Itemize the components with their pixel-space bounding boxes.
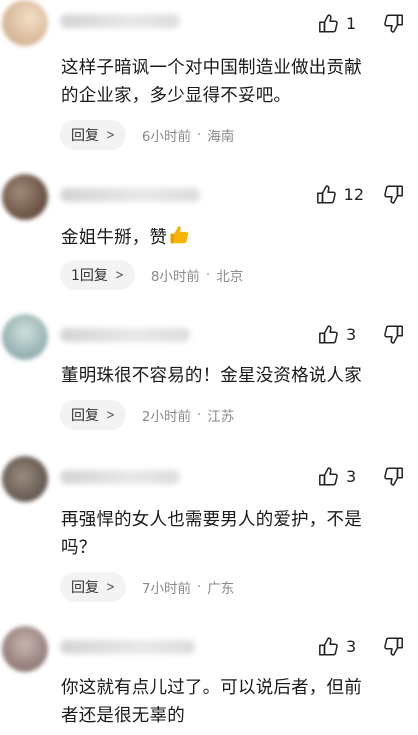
- avatar[interactable]: [2, 314, 48, 360]
- avatar[interactable]: [2, 174, 48, 220]
- username[interactable]: [60, 188, 200, 202]
- comment-text-line: 吗？: [61, 538, 97, 558]
- comment-location: 北京: [216, 269, 244, 285]
- reply-button[interactable]: 回复 >: [60, 400, 126, 430]
- comment-text-line: 这样子暗讽一个对中国制造业做出贡献: [61, 58, 362, 78]
- comment-time: 7小时前: [141, 581, 191, 597]
- comment-text-line: 董明珠很不容易的！金星没资格说人家: [61, 366, 362, 386]
- comment-meta: 回复 > 7小时前 · 广东: [60, 572, 234, 602]
- thumbs-up-outline-icon: [319, 325, 338, 344]
- like-button[interactable]: 3: [318, 466, 364, 486]
- thumbs-down-outline-icon[interactable]: [384, 637, 404, 657]
- thumbs-down-outline-icon[interactable]: [384, 14, 404, 34]
- thumbs-down-outline-icon[interactable]: [384, 185, 404, 205]
- comment-meta: 回复 > 6小时前 · 海南: [60, 120, 234, 150]
- comment-meta: 1回复 > 8小时前 · 北京: [60, 260, 243, 290]
- comment-text-line: 的企业家，多少显得不妥吧。: [61, 86, 292, 106]
- comment-location: 广东: [207, 581, 235, 597]
- comment-time: 8小时前: [150, 269, 200, 285]
- like-count: 3: [346, 466, 357, 486]
- reply-label: 回复: [71, 128, 99, 144]
- reply-label: 回复: [71, 408, 99, 424]
- username[interactable]: [60, 640, 195, 654]
- like-count: 1: [346, 13, 357, 33]
- meta-separator: ·: [197, 407, 202, 423]
- reply-label: 1回复: [71, 268, 108, 284]
- reply-label: 回复: [71, 580, 99, 596]
- thumbs-up-emoji: [170, 226, 189, 244]
- comment-text: 你这就有点儿过了。可以说后者，但前 者还是很无辜的: [61, 674, 405, 730]
- comment-text: 这样子暗讽一个对中国制造业做出贡献 的企业家，多少显得不妥吧。: [61, 54, 405, 110]
- like-button[interactable]: 1: [318, 13, 364, 33]
- reply-button[interactable]: 回复 >: [60, 120, 126, 150]
- meta-separator: ·: [205, 267, 211, 283]
- avatar[interactable]: [2, 456, 48, 502]
- comment-location: 江苏: [207, 409, 235, 425]
- comment-text-line: 你这就有点儿过了。可以说后者，但前: [61, 678, 362, 698]
- like-count: 3: [346, 324, 357, 344]
- like-button[interactable]: 3: [318, 324, 364, 344]
- reply-button[interactable]: 1回复 >: [60, 260, 135, 290]
- comment-text-line: 再强悍的女人也需要男人的爱护，不是: [61, 510, 362, 530]
- chevron-right-icon: >: [115, 267, 124, 283]
- comment-text-line: 金姐牛掰，赞: [61, 228, 168, 248]
- thumbs-up-outline-icon: [319, 637, 338, 656]
- like-button[interactable]: 12: [316, 184, 364, 204]
- chevron-right-icon: >: [106, 579, 115, 595]
- avatar[interactable]: [2, 0, 48, 46]
- like-count: 12: [343, 184, 364, 204]
- chevron-right-icon: >: [106, 407, 115, 423]
- thumbs-up-outline-icon: [319, 14, 338, 33]
- like-button[interactable]: 3: [318, 636, 364, 656]
- meta-separator: ·: [197, 579, 202, 595]
- thumbs-up-outline-icon: [316, 185, 336, 204]
- comment-text-line: 者还是很无辜的: [61, 706, 185, 726]
- avatar[interactable]: [2, 626, 48, 672]
- comment-text: 董明珠很不容易的！金星没资格说人家: [61, 362, 405, 390]
- comment-text: 金姐牛掰，赞: [61, 224, 405, 252]
- username[interactable]: [60, 328, 190, 342]
- comment-location: 海南: [207, 129, 235, 145]
- comment-text: 再强悍的女人也需要男人的爱护，不是 吗？: [61, 506, 405, 562]
- like-count: 3: [346, 636, 357, 656]
- chevron-right-icon: >: [106, 127, 115, 143]
- comment-meta: 回复 > 2小时前 · 江苏: [60, 400, 234, 430]
- reply-button[interactable]: 回复 >: [60, 572, 126, 602]
- username[interactable]: [60, 14, 180, 28]
- comment-time: 6小时前: [141, 129, 191, 145]
- meta-separator: ·: [197, 127, 202, 143]
- comment-text-line-wrap: 金姐牛掰，赞: [61, 224, 405, 252]
- thumbs-up-outline-icon: [319, 467, 338, 486]
- comment-time: 2小时前: [141, 409, 191, 425]
- username[interactable]: [60, 470, 180, 484]
- thumbs-down-outline-icon[interactable]: [384, 467, 404, 487]
- thumbs-down-outline-icon[interactable]: [384, 325, 404, 345]
